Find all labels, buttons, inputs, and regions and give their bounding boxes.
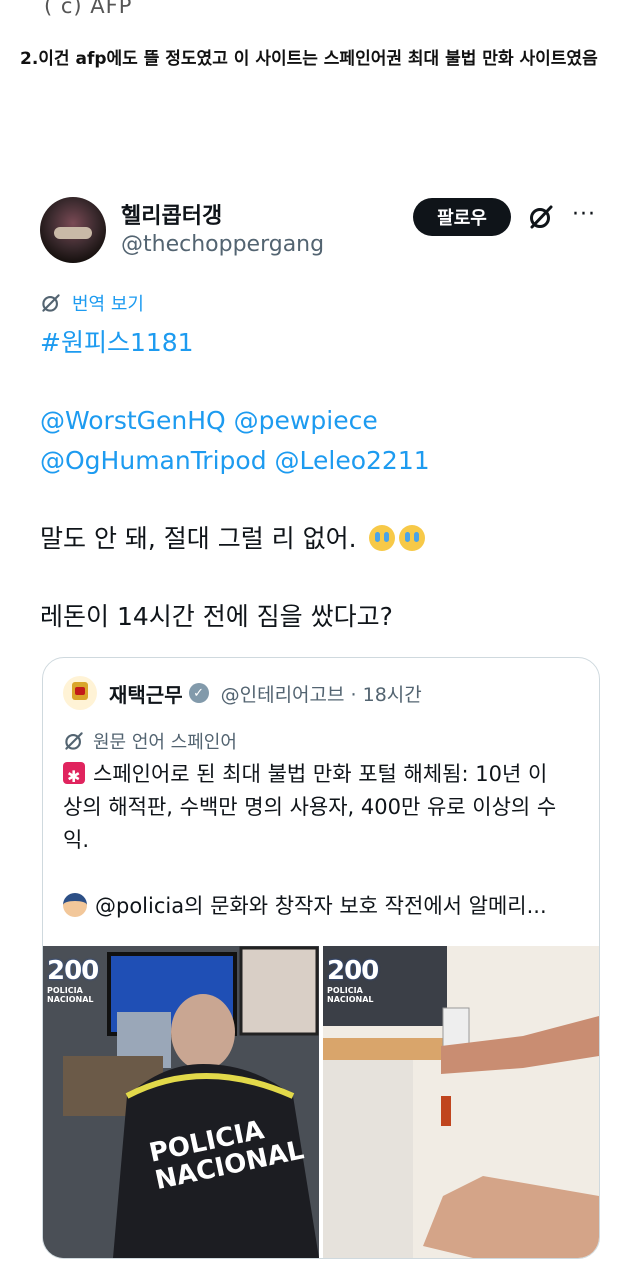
display-name[interactable]: 헬리콥터갱 (121, 198, 222, 230)
grok-translate-icon (65, 732, 83, 750)
photo-evidence[interactable]: 200 POLICIA NACIONAL (323, 946, 599, 1258)
tweet-text: #원피스1181 @WorstGenHQ @pewpiece @OgHumanT… (40, 323, 600, 637)
quote-body: 스페인어로 된 최대 불법 만화 포털 해체됨: 10년 이 상의 해적판, 수… (63, 758, 583, 923)
quote-line-1: 스페인어로 된 최대 불법 만화 포털 해체됨: 10년 이 (93, 762, 548, 786)
image-caption: ( c) AFP (44, 0, 133, 18)
police-watermark: 200 POLICIA NACIONAL (327, 956, 379, 1004)
watermark-200: 200 (47, 956, 99, 986)
grok-translate-icon (42, 294, 60, 312)
original-language-label[interactable]: 원문 언어 스페인어 (63, 728, 237, 754)
body-text-1: 말도 안 돼, 절대 그럴 리 없어. (40, 524, 357, 553)
quote-handle-time: @인테리어고브 · 18시간 (220, 683, 422, 706)
police-officer-icon (63, 893, 87, 917)
quote-line-2: 상의 해적판, 수백만 명의 사용자, 400만 유로 이상의 수 (63, 795, 557, 819)
crying-face-icon (368, 525, 395, 551)
watermark-200: 200 (327, 956, 379, 986)
quote-display-name[interactable]: 재택근무 (109, 679, 183, 708)
grok-icon[interactable] (528, 204, 554, 230)
siren-icon (63, 760, 85, 793)
tweet-header: 헬리콥터갱 @thechoppergang 팔로우 ··· (40, 192, 600, 272)
quote-line-3: 익. (63, 828, 89, 852)
translate-label: 번역 보기 (72, 294, 144, 315)
mentions-line-2[interactable]: @OgHumanTripod @Leleo2211 (40, 441, 600, 481)
tweet-body-line-1: 말도 안 돼, 절대 그럴 리 없어. (40, 519, 600, 559)
hashtag-link[interactable]: #원피스1181 (40, 323, 600, 363)
watermark-line-1: POLICIA (47, 986, 83, 995)
watermark-line-1: POLICIA (327, 986, 363, 995)
quote-line-4: @policia의 문화와 창작자 보호 작전에서 알메리... (95, 894, 547, 918)
police-watermark: 200 POLICIA NACIONAL (47, 956, 99, 1004)
follow-button[interactable]: 팔로우 (413, 198, 511, 236)
translate-link[interactable]: 번역 보기 (40, 290, 144, 316)
ministry-logo-icon (63, 676, 97, 710)
original-language-text: 원문 언어 스페인어 (93, 732, 237, 753)
avatar[interactable] (40, 197, 106, 263)
tweet-card: 헬리콥터갱 @thechoppergang 팔로우 ··· 번역 보기 #원피스… (40, 192, 600, 631)
watermark-line-2: NACIONAL (327, 995, 374, 1004)
crying-face-icon (398, 525, 425, 551)
mentions-line-1[interactable]: @WorstGenHQ @pewpiece (40, 401, 600, 441)
user-handle[interactable]: @thechoppergang (121, 232, 324, 257)
watermark-line-2: NACIONAL (47, 995, 94, 1004)
photo-police-officer[interactable]: 200 POLICIA NACIONAL POLICIA NACIONAL (43, 946, 319, 1258)
quoted-tweet[interactable]: 재택근무 ✓ @인테리어고브 · 18시간 원문 언어 스페인어 스페인어로 된… (42, 657, 600, 1259)
quote-header: 재택근무 ✓ @인테리어고브 · 18시간 (63, 676, 422, 710)
verified-badge-icon: ✓ (188, 683, 209, 703)
tweet-body-line-2: 레돈이 14시간 전에 짐을 쌌다고? (40, 602, 393, 631)
post-title: 2.이건 afp에도 뜰 정도였고 이 사이트는 스페인어권 최대 불법 만화 … (20, 49, 598, 69)
more-options-icon[interactable]: ··· (572, 202, 596, 227)
